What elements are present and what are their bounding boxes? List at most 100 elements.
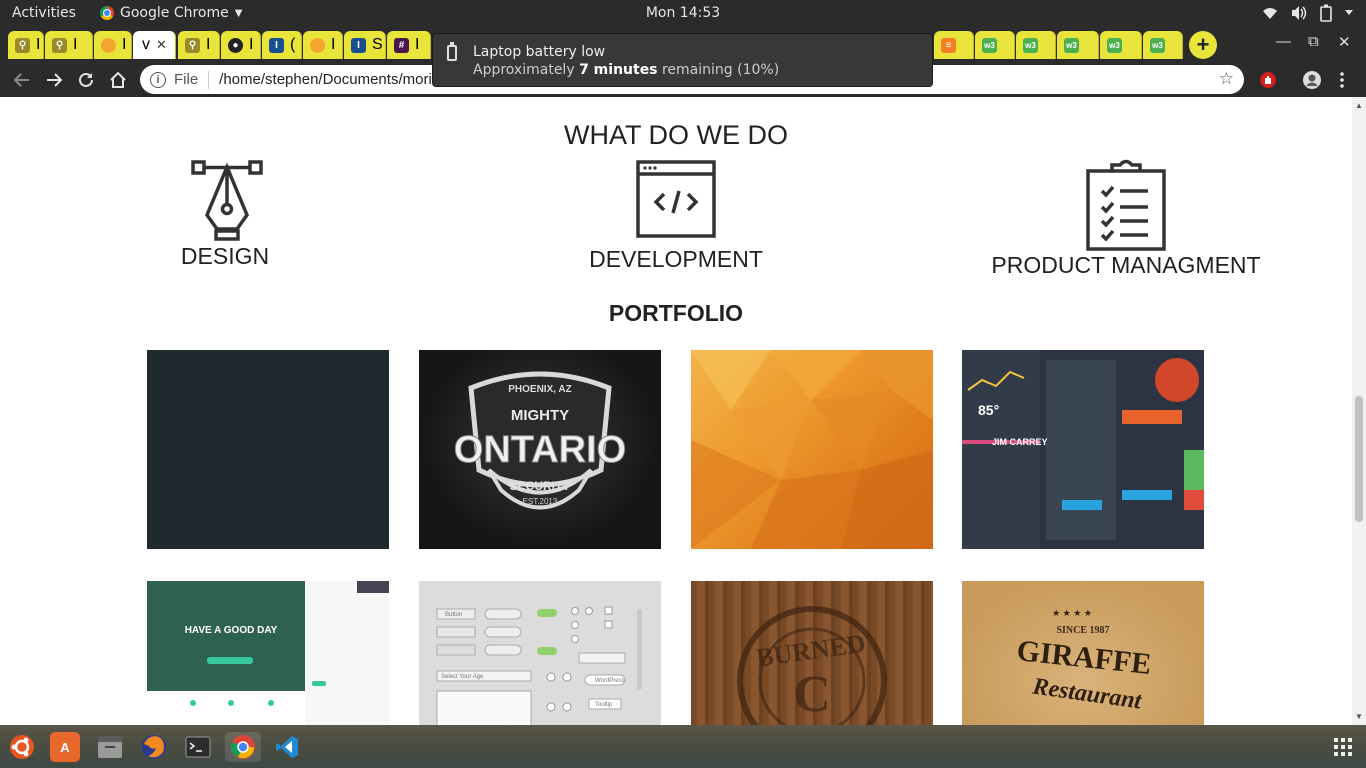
svg-text:C: C (793, 666, 831, 723)
wifi-icon (1263, 8, 1277, 19)
browser-tab[interactable]: I( (262, 31, 302, 59)
browser-tab[interactable]: w3 (1143, 31, 1183, 59)
browser-tab[interactable]: # I (387, 31, 431, 59)
show-applications-icon[interactable] (1334, 738, 1352, 756)
close-window-icon[interactable]: ✕ (1338, 33, 1351, 51)
tab-title: I (415, 36, 420, 53)
browser-tab[interactable]: w3 (1057, 31, 1099, 59)
portfolio-item-website-template[interactable]: HAVE A GOOD DAY (147, 581, 389, 725)
minimize-icon[interactable]: — (1276, 33, 1291, 50)
browser-tab[interactable]: IS (344, 31, 386, 59)
extension-icon[interactable] (1256, 68, 1280, 92)
service-product-management: PRODUCT MANAGMENT (976, 159, 1276, 279)
w3schools-icon: w3 (1150, 37, 1165, 53)
palm-icon: ⚲ (15, 37, 30, 53)
service-label: DEVELOPMENT (589, 246, 763, 272)
browser-tab[interactable]: ⚲ I (178, 31, 220, 59)
w3schools-icon: w3 (982, 37, 997, 53)
logo-text-top: PHOENIX, AZ (508, 384, 572, 395)
globe-icon (101, 37, 116, 53)
browser-tab[interactable]: ≡ (934, 31, 974, 59)
page-scrollbar[interactable]: ▲ ▼ (1352, 97, 1366, 725)
pen-tool-icon (191, 160, 263, 241)
page-viewport: WHAT DO WE DO DESIGN DEVELOPMENT PRODUCT… (0, 97, 1352, 725)
address-divider (208, 70, 210, 89)
chevron-down-icon: ▼ (234, 7, 243, 19)
browser-tab[interactable]: w3 (1016, 31, 1056, 59)
portfolio-item-ui-kit[interactable]: Button Select Your Age WordPress Tooltip (419, 581, 661, 725)
browser-tab[interactable]: I (94, 31, 132, 59)
app-menu[interactable]: Google Chrome ▼ (100, 5, 242, 21)
ui-kit-mock: Button Select Your Age WordPress Tooltip (436, 606, 642, 725)
service-label: PRODUCT MANAGMENT (991, 252, 1261, 278)
chrome-dock-icon[interactable] (225, 732, 261, 762)
file-manager-icon[interactable] (95, 732, 125, 762)
scrollbar-thumb[interactable] (1355, 396, 1363, 522)
tab-title: I (249, 36, 254, 53)
ubuntu-logo-icon[interactable] (7, 732, 37, 762)
portfolio-item-dashboard-ui[interactable]: 85° JIM CARREY (962, 350, 1204, 549)
info-icon[interactable]: i (150, 71, 166, 88)
giraffe-logo-mock: SINCE 1987 GIRAFFE Restaurant ★ ★ ★ ★ (1015, 608, 1153, 715)
terminal-icon[interactable] (183, 732, 213, 762)
logo-text-security: SECURITY (510, 479, 571, 493)
portfolio-item-dark-slate[interactable] (147, 350, 389, 549)
ibox-icon: I (351, 37, 366, 53)
back-arrow-icon[interactable] (10, 68, 34, 92)
tab-title: I (73, 36, 78, 53)
reload-icon[interactable] (74, 68, 98, 92)
tab-title: S (372, 36, 383, 53)
new-tab-button[interactable]: + (1189, 31, 1217, 59)
notification-body: Approximately 7 minutes remaining (10%) (473, 62, 779, 78)
software-center-icon[interactable]: A (50, 732, 80, 762)
portfolio-title: PORTFOLIO (608, 300, 744, 326)
dashboard-ui-mock: 85° JIM CARREY (962, 350, 1204, 549)
portfolio-item-ontario-security[interactable]: PHOENIX, AZ MIGHTY ONTARIO SECURITY EST.… (419, 350, 661, 549)
profile-avatar-icon[interactable] (1300, 68, 1324, 92)
portfolio-item-giraffe-restaurant[interactable]: SINCE 1987 GIRAFFE Restaurant ★ ★ ★ ★ (962, 581, 1204, 725)
logo-text-est: EST.2013 (523, 497, 558, 506)
scroll-up-icon[interactable]: ▲ (1355, 101, 1363, 110)
ubuntu-dock: A (0, 725, 1366, 768)
stackoverflow-icon: ≡ (941, 37, 956, 53)
kit-wordpress-label: WordPress (595, 678, 625, 684)
globe-icon (310, 37, 325, 53)
template-headline: HAVE A GOOD DAY (185, 625, 278, 636)
tab-title: v (142, 36, 150, 53)
browser-tab[interactable]: w3 (1100, 31, 1142, 59)
maximize-icon[interactable]: ⧉ (1308, 33, 1319, 50)
ontario-shield-logo: PHOENIX, AZ MIGHTY ONTARIO SECURITY EST.… (453, 371, 627, 510)
close-tab-icon[interactable]: ✕ (156, 37, 167, 53)
browser-tab[interactable]: w3 (975, 31, 1015, 59)
website-template-mock: HAVE A GOOD DAY (147, 581, 389, 725)
forward-arrow-icon[interactable] (42, 68, 66, 92)
firefox-icon[interactable] (139, 732, 169, 762)
notification-title: Laptop battery low (473, 44, 606, 60)
palm-icon: ⚲ (185, 37, 200, 53)
w3schools-icon: w3 (1064, 37, 1079, 53)
browser-tab[interactable]: ⚲ I (8, 31, 44, 59)
scroll-down-icon[interactable]: ▼ (1355, 712, 1363, 721)
svg-text:★ ★ ★ ★: ★ ★ ★ ★ (1052, 608, 1092, 618)
kit-button-label: Button (445, 612, 462, 618)
system-tray[interactable] (1262, 4, 1354, 22)
home-icon[interactable] (106, 68, 130, 92)
portfolio-item-burned-stamp[interactable]: BURNED C (691, 581, 933, 725)
battery-notification[interactable]: Laptop battery low Approximately 7 minut… (432, 33, 933, 87)
portfolio-item-orange-lowpoly[interactable] (691, 350, 933, 549)
kit-tooltip-label: Tooltip (595, 702, 613, 708)
browser-tab[interactable]: I (303, 31, 343, 59)
menu-kebab-icon[interactable] (1330, 68, 1354, 92)
notification-body-prefix: Approximately (473, 62, 580, 78)
notification-body-bold: 7 minutes (579, 62, 658, 78)
vscode-icon[interactable] (272, 732, 302, 762)
browser-tab-active[interactable]: v ✕ (133, 31, 176, 59)
browser-tab[interactable]: ⚲ I (45, 31, 93, 59)
browser-tab[interactable]: ● I (221, 31, 261, 59)
address-scheme: File (174, 71, 199, 88)
service-design: DESIGN (175, 159, 275, 270)
address-url[interactable]: /home/stephen/Documents/morin (219, 71, 440, 88)
bookmark-star-icon[interactable]: ☆ (1219, 69, 1234, 89)
activities-button[interactable]: Activities (12, 5, 76, 21)
slack-icon: # (394, 37, 409, 53)
